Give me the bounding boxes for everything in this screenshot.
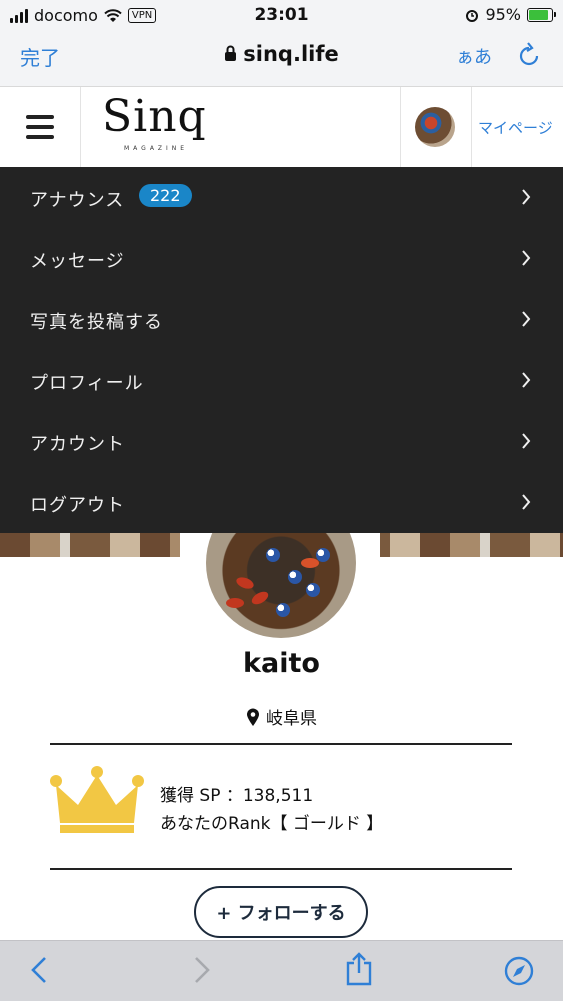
header-avatar[interactable] xyxy=(415,107,455,147)
battery-icon xyxy=(527,7,556,22)
back-icon[interactable] xyxy=(30,955,48,985)
profile-location: 岐阜県 xyxy=(0,704,563,729)
menu-item-label: 写真を投稿する xyxy=(30,312,163,333)
chevron-right-icon xyxy=(522,250,531,266)
alarm-icon xyxy=(466,9,479,22)
menu-item-label: プロフィール xyxy=(30,373,144,394)
chevron-right-icon xyxy=(522,311,531,327)
menu-item-messages[interactable]: メッセージ xyxy=(0,228,563,289)
battery-percent: 95% xyxy=(485,5,521,24)
rank-label: あなたのRank【 ゴールド 】 xyxy=(160,814,384,834)
lock-icon xyxy=(225,45,237,61)
announce-count-badge: 222 xyxy=(139,184,192,207)
reload-icon[interactable] xyxy=(517,42,541,68)
browser-toolbar xyxy=(0,940,563,1001)
dropdown-menu: アナウンス 222 メッセージ 写真を投稿する プロフィール アカウント ログア… xyxy=(0,167,563,533)
share-icon[interactable] xyxy=(345,951,373,987)
text-size-button[interactable]: ぁあ xyxy=(456,43,492,69)
menu-item-announce[interactable]: アナウンス 222 xyxy=(0,167,563,228)
logo-text: Sinq xyxy=(102,91,207,142)
chevron-right-icon xyxy=(522,433,531,449)
menu-item-label: ログアウト xyxy=(30,495,125,516)
compass-icon[interactable] xyxy=(503,955,535,987)
follow-button[interactable]: + フォローする xyxy=(194,886,368,938)
sp-total: 獲得 SP ：138,511 xyxy=(160,786,314,806)
menu-item-account[interactable]: アカウント xyxy=(0,411,563,472)
logo-subtitle: MAGAZINE xyxy=(124,145,189,152)
menu-item-logout[interactable]: ログアウト xyxy=(0,472,563,533)
status-right: 95% xyxy=(465,5,556,24)
browser-address-bar: 完了 sinq.life ぁあ xyxy=(0,30,563,87)
url-domain: sinq.life xyxy=(243,42,339,66)
menu-item-label: アナウンス xyxy=(30,190,125,211)
forward-icon[interactable] xyxy=(193,955,211,985)
location-pin-icon xyxy=(247,708,259,726)
divider-bottom xyxy=(50,868,512,870)
menu-item-profile[interactable]: プロフィール xyxy=(0,350,563,411)
chevron-right-icon xyxy=(522,494,531,510)
site-logo[interactable]: Sinq MAGAZINE xyxy=(102,93,242,163)
menu-item-label: メッセージ xyxy=(30,251,125,272)
menu-item-label: アカウント xyxy=(30,434,125,455)
chevron-right-icon xyxy=(522,189,531,205)
location-label: 岐阜県 xyxy=(266,709,317,729)
mypage-link[interactable]: マイページ xyxy=(478,117,553,138)
header-avatar-cell[interactable] xyxy=(400,87,472,167)
profile-username: kaito xyxy=(243,648,320,679)
divider-top xyxy=(50,743,512,745)
rank-info: 獲得 SP ：138,511 あなたのRank【 ゴールド 】 xyxy=(160,782,383,838)
menu-item-post-photo[interactable]: 写真を投稿する xyxy=(0,289,563,350)
site-header: Sinq MAGAZINE マイページ xyxy=(0,87,563,168)
chevron-right-icon xyxy=(522,372,531,388)
hamburger-menu-icon[interactable] xyxy=(0,87,81,167)
status-bar: docomo VPN 23:01 95% xyxy=(0,0,563,30)
crown-icon xyxy=(50,766,144,833)
